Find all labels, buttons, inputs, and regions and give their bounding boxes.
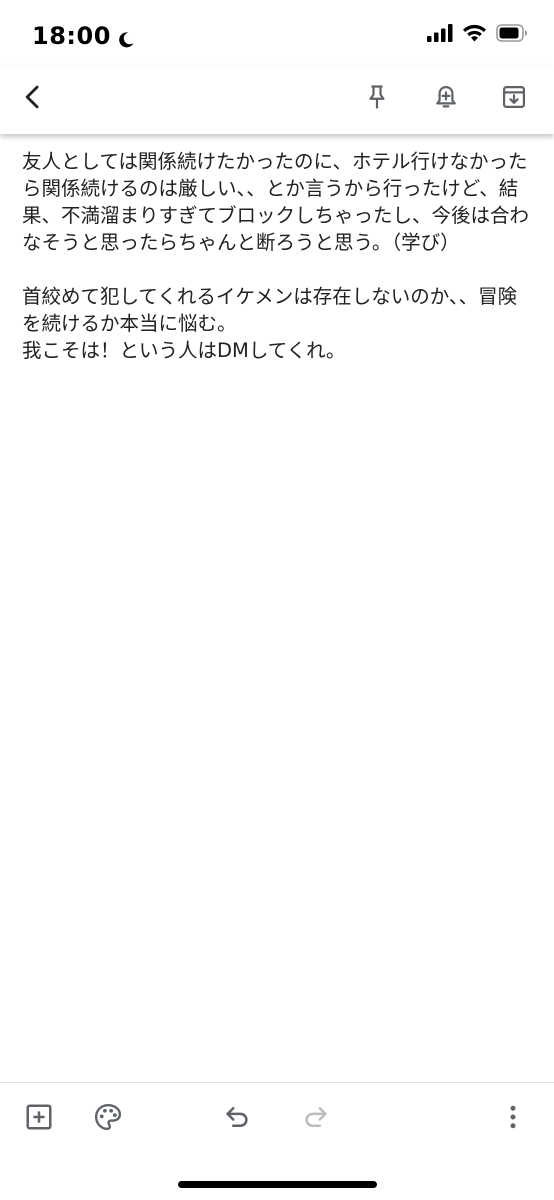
note-toolbar xyxy=(0,66,554,134)
back-icon xyxy=(19,83,47,115)
back-button[interactable] xyxy=(10,76,56,122)
status-time-container: 18:00 xyxy=(32,22,135,50)
home-indicator[interactable] xyxy=(178,1181,377,1188)
signal-icon xyxy=(427,24,453,46)
status-bar: 18:00 xyxy=(0,0,554,66)
redo-icon xyxy=(301,1102,331,1136)
more-vert-icon xyxy=(498,1102,528,1136)
more-options-button[interactable] xyxy=(491,1097,535,1141)
color-palette-button[interactable] xyxy=(86,1097,130,1141)
archive-icon xyxy=(500,83,528,115)
battery-icon xyxy=(496,24,528,46)
note-editor-screen: 18:00 友人としては関係続けたかったのに、ホテル行けなかったら関係続けるのは… xyxy=(0,0,554,1200)
reminder-bell-icon xyxy=(432,83,460,115)
add-box-icon xyxy=(24,1102,54,1136)
status-icons xyxy=(427,24,528,46)
archive-button[interactable] xyxy=(491,76,537,122)
moon-icon xyxy=(117,27,135,48)
pin-button[interactable] xyxy=(354,76,400,122)
pin-icon xyxy=(363,83,391,115)
redo-button[interactable] xyxy=(294,1097,338,1141)
note-body-text[interactable]: 友人としては関係続けたかったのに、ホテル行けなかったら関係続けるのは厳しい、、と… xyxy=(22,148,534,364)
status-time: 18:00 xyxy=(32,22,111,50)
wifi-icon xyxy=(462,24,487,46)
palette-icon xyxy=(93,1102,123,1136)
reminder-button[interactable] xyxy=(423,76,469,122)
undo-icon xyxy=(222,1102,252,1136)
undo-button[interactable] xyxy=(215,1097,259,1141)
add-content-button[interactable] xyxy=(17,1097,61,1141)
